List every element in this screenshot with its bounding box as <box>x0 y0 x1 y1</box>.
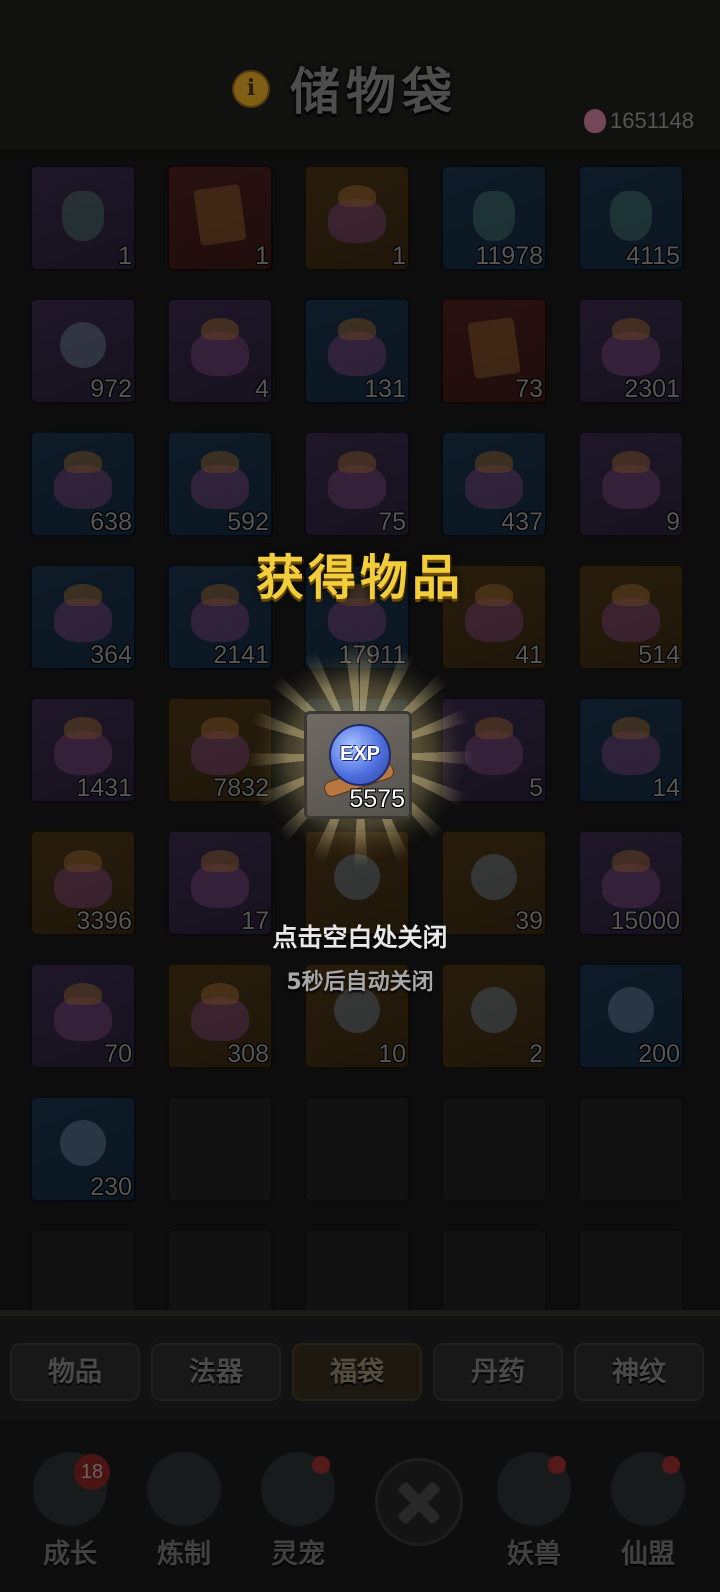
close-hint: 点击空白处关闭 <box>272 923 448 952</box>
exp-icon: EXP <box>329 724 391 786</box>
reward-item-card[interactable]: EXP 5575 <box>304 711 412 819</box>
reward-item-count: 5575 <box>349 785 405 813</box>
reward-popup-title: 获得物品 <box>255 550 464 606</box>
storage-bag-screen: i 储物袋 1651148 1 1 1 11978 4115 972 4 131 73 2301 6… <box>0 0 720 1592</box>
auto-close-hint: 5秒后自动关闭 <box>286 970 434 995</box>
